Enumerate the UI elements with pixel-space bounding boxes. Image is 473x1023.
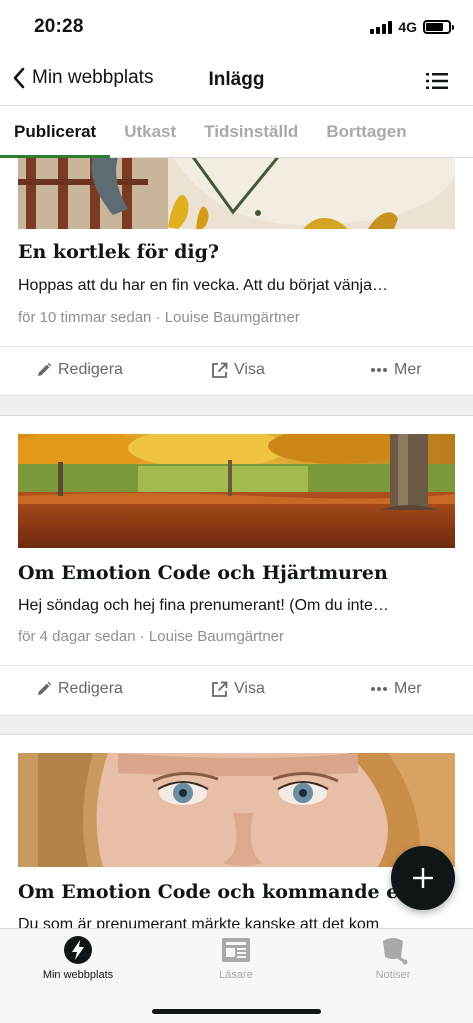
post-title: Om Emotion Code och Hjärtmuren xyxy=(18,562,388,584)
signal-icon xyxy=(370,20,393,34)
status-time: 20:28 xyxy=(34,16,84,37)
external-link-icon xyxy=(212,681,228,697)
post-card[interactable]: En kortlek för dig? Hoppas att du har en… xyxy=(0,158,473,396)
home-indicator[interactable] xyxy=(152,1009,321,1014)
chevron-left-icon xyxy=(13,67,25,89)
tab-publicerat[interactable]: Publicerat xyxy=(0,106,111,158)
tabbar-label: Min webbplats xyxy=(42,969,114,981)
battery-icon xyxy=(423,20,454,34)
tabbar-label: Notiser xyxy=(375,969,411,981)
tabbar-label: Läsare xyxy=(219,969,253,981)
tabbar-item-my-site[interactable]: Min webbplats xyxy=(8,935,148,981)
edit-button[interactable]: Redigera xyxy=(36,361,123,379)
illustration-image xyxy=(18,158,455,229)
post-meta: för 4 dagar sedan · Louise Baumgärtner xyxy=(18,628,284,645)
back-button[interactable]: Min webbplats xyxy=(12,66,153,90)
post-featured-image xyxy=(18,753,455,867)
reader-icon xyxy=(222,938,250,962)
status-bar: 20:28 4G xyxy=(0,0,473,56)
more-horizontal-icon xyxy=(371,687,387,691)
view-button[interactable]: Visa xyxy=(211,361,265,379)
post-list: En kortlek för dig? Hoppas att du har en… xyxy=(0,158,473,928)
new-post-button[interactable] xyxy=(391,846,455,910)
edit-button[interactable]: Redigera xyxy=(36,680,123,698)
more-horizontal-icon xyxy=(371,368,387,372)
more-button-label: Mer xyxy=(394,361,422,378)
view-button-label: Visa xyxy=(234,680,265,697)
portrait-image xyxy=(18,753,455,867)
status-icons: 4G xyxy=(370,19,454,35)
tabbar-item-reader[interactable]: Läsare xyxy=(166,935,306,981)
post-meta: för 10 timmar sedan · Louise Baumgärtner xyxy=(18,309,300,326)
post-excerpt: Hej söndag och hej fina prenumerant! (Om… xyxy=(18,597,389,614)
post-excerpt: Du som är prenumerant märkte kanske att … xyxy=(18,916,380,928)
view-button[interactable]: Visa xyxy=(211,680,265,698)
tab-borttagen[interactable]: Borttagen xyxy=(312,106,420,157)
tab-tidsinstalld[interactable]: Tidsinställd xyxy=(190,106,312,157)
post-excerpt: Hoppas att du har en fin vecka. Att du b… xyxy=(18,277,388,294)
post-featured-image xyxy=(18,434,455,548)
bell-icon xyxy=(383,938,408,965)
pencil-icon xyxy=(38,362,52,376)
autumn-forest-image xyxy=(18,434,455,548)
more-button[interactable]: Mer xyxy=(370,361,422,379)
external-link-icon xyxy=(212,362,228,378)
tab-utkast[interactable]: Utkast xyxy=(110,106,190,157)
edit-button-label: Redigera xyxy=(58,361,123,378)
post-title: En kortlek för dig? xyxy=(18,241,220,263)
post-featured-image xyxy=(18,158,455,229)
more-button[interactable]: Mer xyxy=(370,680,422,698)
pencil-icon xyxy=(38,681,52,695)
post-title: Om Emotion Code och kommande erbj xyxy=(18,881,429,903)
more-button-label: Mer xyxy=(394,680,422,697)
list-view-icon[interactable] xyxy=(425,69,449,93)
card-divider xyxy=(0,346,473,347)
back-button-label: Min webbplats xyxy=(32,67,154,88)
post-status-tabs: Publicerat Utkast Tidsinställd Borttagen xyxy=(0,106,473,158)
wordpress-icon xyxy=(64,936,92,964)
network-type: 4G xyxy=(398,19,417,35)
edit-button-label: Redigera xyxy=(58,680,123,697)
tabbar-item-notifications[interactable]: Notiser xyxy=(323,935,463,981)
view-button-label: Visa xyxy=(234,361,265,378)
post-card[interactable]: Om Emotion Code och Hjärtmuren Hej sönda… xyxy=(0,415,473,716)
card-divider xyxy=(0,665,473,666)
plus-icon xyxy=(413,868,433,888)
navigation-bar: Inlägg Min webbplats xyxy=(0,56,473,106)
